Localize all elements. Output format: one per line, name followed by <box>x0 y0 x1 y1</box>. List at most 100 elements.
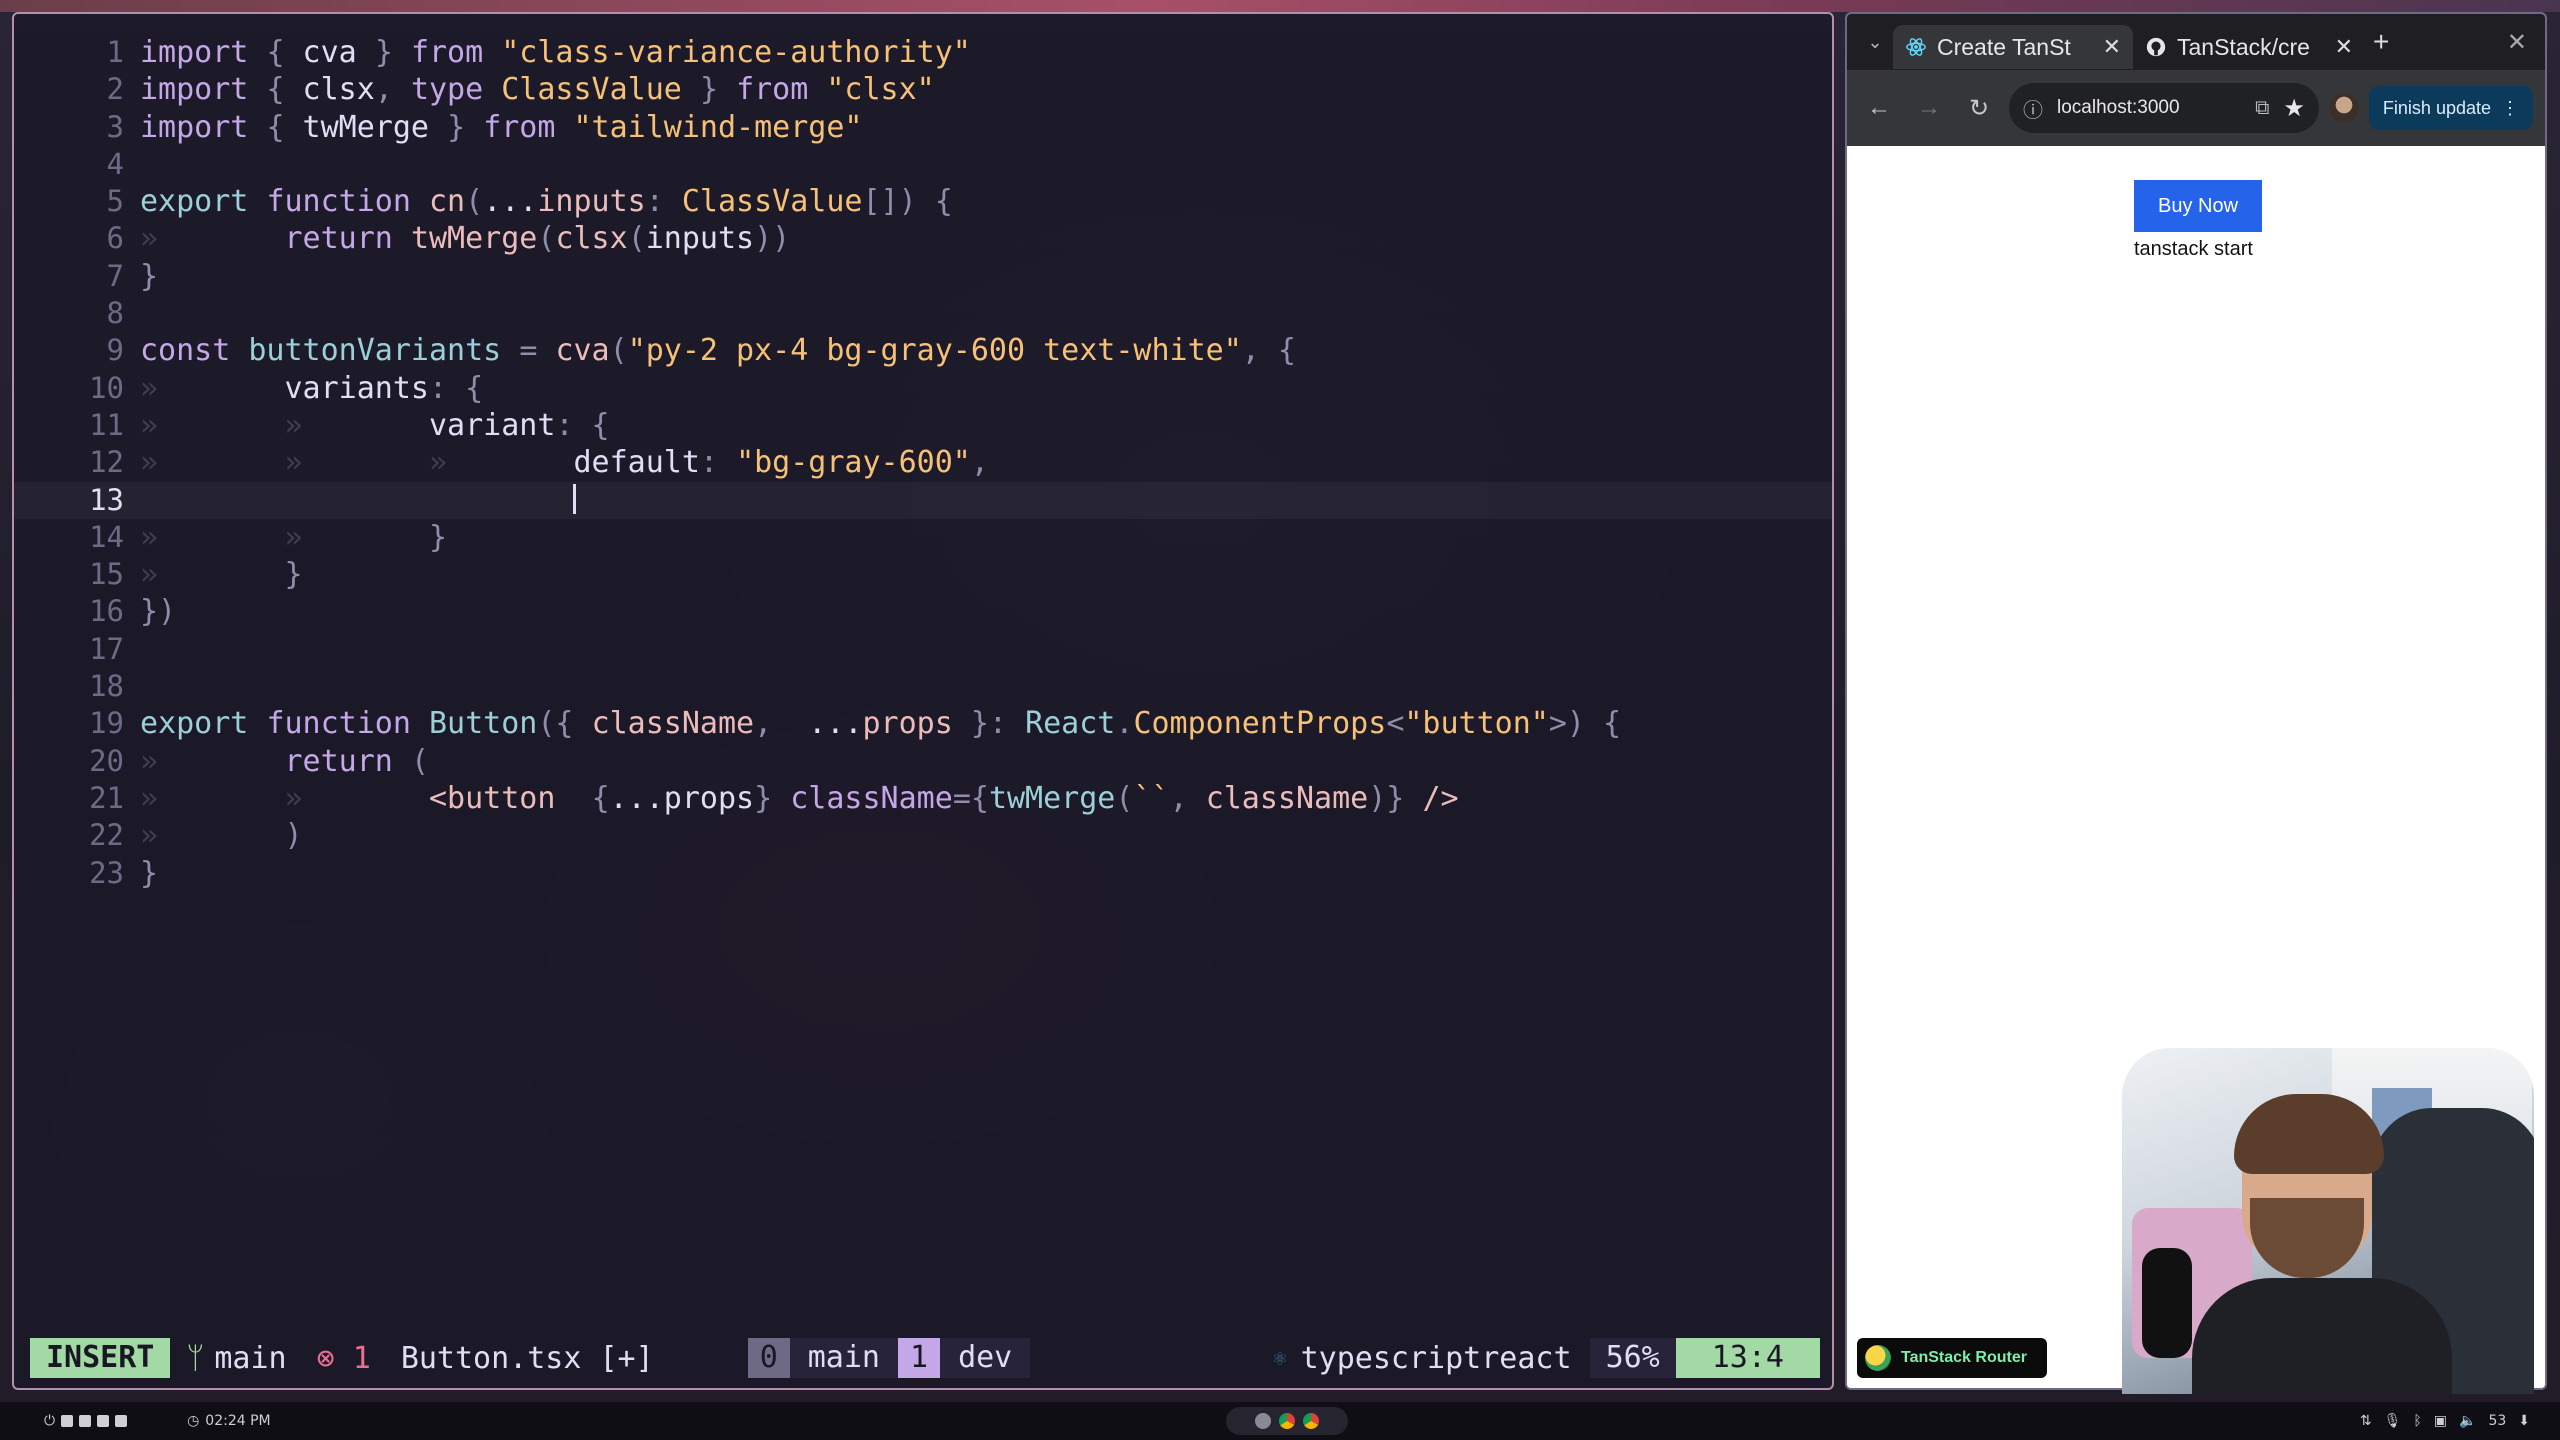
taskbar-clock[interactable]: ◷ 02:24 PM <box>187 1413 271 1429</box>
code-line[interactable]: 2 import { clsx, type ClassValue } from "… <box>14 71 1832 108</box>
tab-close-icon[interactable]: ✕ <box>2335 34 2353 60</box>
code-line[interactable]: 14 » » } <box>14 519 1832 556</box>
mic-icon[interactable]: 🎙 <box>2384 1413 2402 1429</box>
reload-icon[interactable]: ↻ <box>1959 94 1999 123</box>
tmux-window-0-name[interactable]: main <box>789 1338 898 1378</box>
code-line[interactable]: 4 <box>14 146 1832 183</box>
volume-icon[interactable]: 🔈 <box>2459 1413 2476 1429</box>
router-badge-label: TanStack Router <box>1901 1349 2027 1366</box>
line-content[interactable]: export function cn(...inputs: ClassValue… <box>140 183 953 220</box>
line-content[interactable]: } <box>140 258 158 295</box>
line-content[interactable] <box>140 482 577 519</box>
code-line[interactable]: 1 import { cva } from "class-variance-aut… <box>14 34 1832 71</box>
tab-close-icon[interactable]: ✕ <box>2103 34 2121 60</box>
code-line[interactable]: 23} <box>14 855 1832 892</box>
code-line[interactable]: 8 <box>14 295 1832 332</box>
line-number: 23 <box>89 855 124 890</box>
line-content[interactable]: } <box>140 855 158 892</box>
tanstack-router-devtools-button[interactable]: TanStack Router <box>1857 1338 2047 1378</box>
code-line[interactable]: 5 export function cn(...inputs: ClassValu… <box>14 183 1832 220</box>
code-line[interactable]: 12 » » » default: "bg-gray-600", <box>14 444 1832 481</box>
install-app-icon[interactable]: ⧉ <box>2255 97 2269 120</box>
line-content[interactable]: import { twMerge } from "tailwind-merge" <box>140 109 862 146</box>
line-number: 11 <box>89 407 124 442</box>
buy-now-button[interactable]: Buy Now <box>2134 180 2262 232</box>
tmux-window-1-index[interactable]: 1 <box>898 1338 941 1378</box>
webcam-microphone <box>2142 1248 2192 1358</box>
code-line[interactable]: 10 » variants: { <box>14 370 1832 407</box>
taskbar-running-apps <box>1226 1407 1348 1435</box>
tab-search-chevron-icon[interactable]: ⌄ <box>1857 24 1893 60</box>
display-icon[interactable]: ▣ <box>2434 1413 2447 1429</box>
notifications-icon[interactable]: ⬇ <box>2518 1413 2530 1429</box>
code-line[interactable]: 21 » » <button {...props} className={twMe… <box>14 780 1832 817</box>
line-number: 6 <box>106 221 124 256</box>
line-content[interactable]: }) <box>140 593 176 630</box>
finish-update-button[interactable]: Finish update ⋮ <box>2368 86 2533 130</box>
files-icon[interactable] <box>61 1415 74 1427</box>
chrome-app-icon-2[interactable] <box>1303 1413 1319 1429</box>
code-line[interactable]: 17 <box>14 631 1832 668</box>
forward-arrow-icon[interactable]: → <box>1909 94 1949 122</box>
code-line[interactable]: 3 import { twMerge } from "tailwind-merge… <box>14 109 1832 146</box>
power-icon[interactable]: ⏻ <box>44 1413 55 1429</box>
site-info-icon[interactable]: ⓘ <box>2023 94 2043 123</box>
code-line[interactable]: 6 » return twMerge(clsx(inputs)) <box>14 220 1832 257</box>
url-text[interactable]: localhost:3000 <box>2057 97 2241 119</box>
apps-icon[interactable] <box>115 1415 128 1427</box>
line-number: 13 <box>89 482 124 517</box>
line-content[interactable]: » return ( <box>140 743 429 780</box>
line-number: 8 <box>106 296 124 331</box>
settings-icon[interactable] <box>97 1415 110 1427</box>
line-number: 3 <box>106 109 124 144</box>
tmux-window-1-name[interactable]: dev <box>940 1338 1031 1378</box>
line-number: 18 <box>89 669 124 704</box>
code-line[interactable]: 16}) <box>14 593 1832 630</box>
code-line[interactable]: 9 const buttonVariants = cva("py-2 px-4 b… <box>14 332 1832 369</box>
editor-window[interactable]: 1 import { cva } from "class-variance-aut… <box>12 12 1834 1390</box>
filetype: ⚛ typescriptreact <box>1255 1341 1589 1376</box>
tab-title: TanStack/cre <box>2177 33 2310 60</box>
line-content[interactable]: import { cva } from "class-variance-auth… <box>140 34 971 71</box>
code-line[interactable]: 7} <box>14 258 1832 295</box>
line-content[interactable]: » » variant: { <box>140 407 610 444</box>
code-line[interactable]: 20 » return ( <box>14 743 1832 780</box>
line-content[interactable]: » variants: { <box>140 370 483 407</box>
top-edge-glow <box>0 0 2560 12</box>
back-arrow-icon[interactable]: ← <box>1859 94 1899 122</box>
tab-create-tanstack[interactable]: Create TanSt ✕ <box>1893 25 2133 69</box>
line-content[interactable]: » return twMerge(clsx(inputs)) <box>140 220 790 257</box>
line-number: 17 <box>89 631 124 666</box>
line-content[interactable]: const buttonVariants = cva("py-2 px-4 bg… <box>140 332 1296 369</box>
code-line[interactable]: 15 » } <box>14 556 1832 593</box>
line-content[interactable]: » » } <box>140 519 447 556</box>
terminal-app-icon[interactable] <box>1255 1413 1271 1429</box>
line-content[interactable]: » } <box>140 556 303 593</box>
address-bar[interactable]: ⓘ localhost:3000 ⧉ ★ <box>2009 83 2319 133</box>
terminal-icon[interactable] <box>79 1415 92 1427</box>
line-content[interactable]: import { clsx, type ClassValue } from "c… <box>140 71 935 108</box>
line-number: 20 <box>89 743 124 778</box>
network-icon[interactable]: ⇅ <box>2360 1413 2372 1429</box>
line-content[interactable]: export function Button({ className, ...p… <box>140 705 1621 742</box>
browser-toolbar: ← → ↻ ⓘ localhost:3000 ⧉ ★ Finish update… <box>1847 70 2545 146</box>
bookmark-star-icon[interactable]: ★ <box>2283 94 2305 123</box>
profile-avatar[interactable] <box>2328 93 2359 123</box>
code-line[interactable]: 11 » » variant: { <box>14 407 1832 444</box>
chrome-app-icon[interactable] <box>1279 1413 1295 1429</box>
code-buffer[interactable]: 1 import { cva } from "class-variance-aut… <box>14 34 1832 892</box>
line-content[interactable]: » » <button {...props} className={twMerg… <box>140 780 1459 817</box>
code-line[interactable]: 19 export function Button({ className, ..… <box>14 705 1832 742</box>
tmux-window-0-index[interactable]: 0 <box>747 1338 790 1378</box>
line-content[interactable]: » » » default: "bg-gray-600", <box>140 444 989 481</box>
code-line[interactable]: 13 <box>14 481 1832 519</box>
line-number: 1 <box>106 35 124 69</box>
tab-tanstack-github[interactable]: TanStack/cre ✕ <box>2133 25 2365 69</box>
line-number: 22 <box>89 818 124 853</box>
new-tab-plus-icon[interactable]: + <box>2373 26 2389 58</box>
code-line[interactable]: 18 <box>14 668 1832 705</box>
bluetooth-icon[interactable]: ᛒ <box>2413 1413 2421 1429</box>
window-close-icon[interactable]: ✕ <box>2507 28 2527 57</box>
line-content[interactable]: » ) <box>140 817 303 854</box>
code-line[interactable]: 22 » ) <box>14 817 1832 854</box>
